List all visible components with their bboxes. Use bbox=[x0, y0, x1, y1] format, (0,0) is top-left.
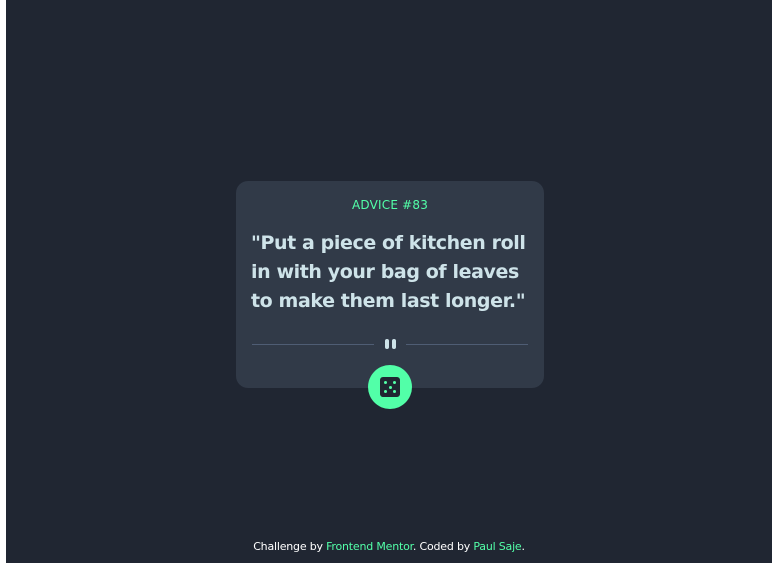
pause-icon bbox=[384, 339, 398, 349]
footer-prefix: Challenge by bbox=[253, 540, 327, 553]
dice-pip bbox=[384, 381, 387, 384]
app-background: ADVICE #83 "Put a piece of kitchen roll … bbox=[6, 0, 772, 563]
pause-bar-right bbox=[392, 339, 396, 349]
advice-id: ADVICE #83 bbox=[351, 198, 429, 212]
dice-icon bbox=[380, 377, 400, 397]
footer-middle: . Coded by bbox=[412, 540, 474, 553]
divider-line-right bbox=[406, 344, 528, 345]
pattern-divider bbox=[252, 337, 528, 351]
pause-bar-left bbox=[385, 339, 389, 349]
frontend-mentor-link[interactable]: Frontend Mentor bbox=[326, 540, 413, 553]
footer-suffix: . bbox=[521, 540, 526, 553]
advice-quote: "Put a piece of kitchen roll in with you… bbox=[251, 232, 526, 312]
dice-pip bbox=[384, 390, 387, 393]
generate-advice-button[interactable] bbox=[368, 365, 412, 409]
dice-pip bbox=[388, 385, 392, 389]
advice-card: ADVICE #83 "Put a piece of kitchen roll … bbox=[236, 181, 544, 388]
attribution-footer: Challenge by Frontend Mentor. Coded by P… bbox=[6, 540, 772, 553]
author-link[interactable]: Paul Saje bbox=[473, 540, 521, 553]
dice-pip bbox=[393, 381, 396, 384]
dice-pip bbox=[393, 390, 396, 393]
divider-line-left bbox=[252, 344, 374, 345]
